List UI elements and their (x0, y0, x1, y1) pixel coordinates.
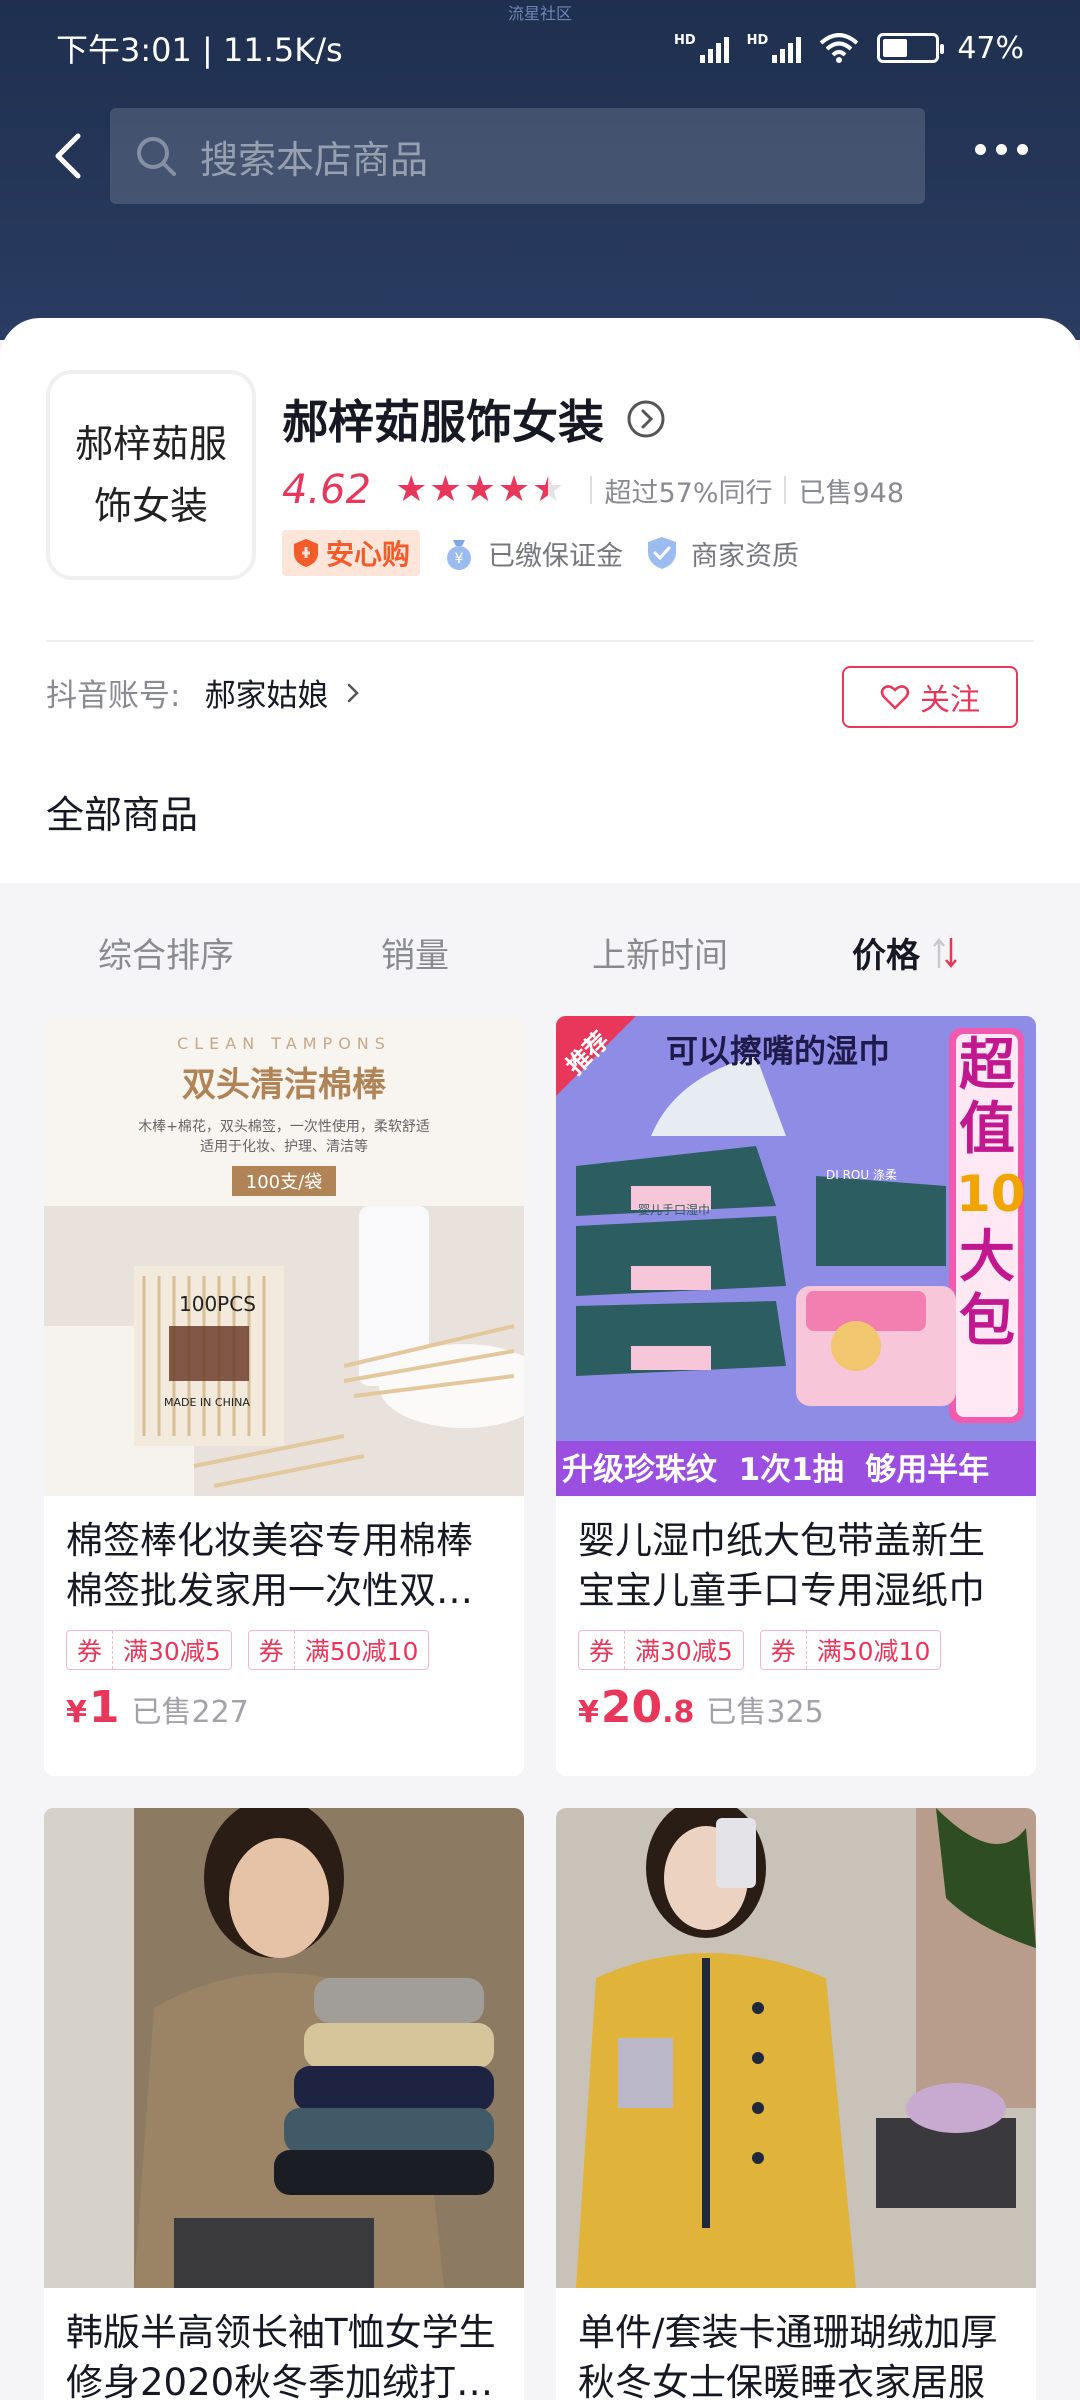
douyin-account[interactable]: 抖音账号: 郝家姑娘 (46, 670, 366, 715)
heart-plus-icon (880, 685, 910, 710)
shield-icon (294, 539, 318, 567)
svg-text:¥: ¥ (455, 551, 464, 567)
price-row: ¥20.8 已售325 (556, 1670, 1036, 1733)
product-image[interactable] (44, 1808, 524, 2288)
star-rating-icon: ★ ★ ★ ★ ★ (395, 469, 565, 510)
coupon-list: 券满30减5 券满50减10 (556, 1630, 1036, 1670)
sort-bar: 综合排序 销量 上新时间 价格 (0, 908, 1080, 996)
top-bar: 搜索本店商品 (0, 108, 1080, 204)
product-title[interactable]: 单件/套装卡通珊瑚绒加厚秋冬女士保暖睡衣家居服 (556, 2288, 1036, 2400)
shop-score: 4.62 (282, 467, 372, 513)
sort-arrows-icon (933, 937, 957, 968)
shop-sold: 已售948 (798, 477, 905, 509)
account-label: 抖音账号: (46, 678, 181, 714)
product-image[interactable]: 推荐 可以擦嘴的湿巾 超 值 10 大 包 婴儿手口湿巾 DI ROU 涤柔 升… (556, 1016, 1036, 1496)
search-icon (137, 137, 176, 176)
follow-button[interactable]: 关注 (842, 666, 1018, 728)
header: 流星社区 下午3:01 | 11.5K/s HD HD 47% 搜索本店商品 (0, 0, 1080, 340)
divider (46, 640, 1034, 642)
product-image[interactable]: CLEAN TAMPONS 双头清洁棉棒 木棒+棉花，双头棉签，一次性使用，柔软… (44, 1016, 524, 1496)
status-time-speed: 下午3:01 | 11.5K/s (56, 31, 343, 69)
svg-text:MADE IN CHINA: MADE IN CHINA (164, 1396, 250, 1409)
search-placeholder: 搜索本店商品 (200, 137, 429, 182)
product-title[interactable]: 婴儿湿巾纸大包带盖新生宝宝儿童手口专用湿纸巾 (556, 1496, 1036, 1620)
qualification-badge[interactable]: 商家资质 (643, 534, 799, 573)
battery-percent: 47% (957, 30, 1024, 66)
sort-sales[interactable]: 销量 (381, 928, 449, 977)
deposit-badge[interactable]: ¥ 已缴保证金 (440, 534, 623, 573)
money-bag-icon: ¥ (447, 540, 472, 570)
product-sold: 已售325 (706, 1695, 824, 1730)
more-icon[interactable] (975, 144, 1028, 155)
status-bar: 下午3:01 | 11.5K/s HD HD 47% (56, 28, 1024, 70)
product-price: ¥1 (66, 1682, 120, 1733)
account-name: 郝家姑娘 (204, 678, 329, 714)
search-input[interactable]: 搜索本店商品 (110, 108, 925, 204)
watermark: 流星社区 (507, 4, 572, 23)
svg-text:100PCS: 100PCS (179, 1292, 256, 1316)
section-title: 全部商品 (46, 793, 199, 837)
product-price: ¥20.8 (578, 1682, 695, 1733)
shop-logo[interactable]: 郝梓茹服饰女装 (46, 370, 256, 580)
sort-newest[interactable]: 上新时间 (592, 928, 728, 977)
beat-peers: 超过57%同行 (604, 477, 773, 509)
coupon-badge: 券满30减5 (578, 1630, 744, 1670)
product-sold: 已售227 (131, 1695, 249, 1730)
sort-comprehensive[interactable]: 综合排序 (98, 928, 234, 977)
signal-icon: HD (674, 33, 729, 63)
product-title[interactable]: 棉签棒化妆美容专用棉棒棉签批发家用一次性双头清洁棉棒 (44, 1496, 524, 1620)
product-card[interactable]: 推荐 可以擦嘴的湿巾 超 值 10 大 包 婴儿手口湿巾 DI ROU 涤柔 升… (556, 1016, 1036, 1776)
product-title[interactable]: 韩版半高领长袖T恤女学生修身2020秋冬季加绒打底衫 (44, 2288, 524, 2400)
back-arrow-icon[interactable] (44, 130, 96, 182)
rating-row: 4.62 ★ ★ ★ ★ ★ 超过57%同行 已售948 (282, 460, 904, 520)
coupon-badge: 券满50减10 (759, 1630, 942, 1670)
wifi-icon (819, 33, 859, 63)
shop-card: 郝梓茹服饰女装 郝梓茹服饰女装 4.62 ★ ★ ★ ★ ★ 超过57%同行 已… (0, 318, 1080, 883)
check-shield-icon (648, 537, 677, 569)
chevron-right-icon (348, 683, 360, 702)
shop-name-text: 郝梓茹服饰女装 (282, 395, 604, 449)
sort-price[interactable]: 价格 (852, 928, 958, 977)
product-card[interactable]: 单件/套装卡通珊瑚绒加厚秋冬女士保暖睡衣家居服 (556, 1808, 1036, 2400)
signal-icon-2: HD (747, 33, 802, 63)
product-card[interactable]: CLEAN TAMPONS 双头清洁棉棒 木棒+棉花，双头棉签，一次性使用，柔软… (44, 1016, 524, 1776)
price-row: ¥1 已售227 (44, 1670, 524, 1733)
coupon-list: 券满30减5 券满50减10 (44, 1630, 524, 1670)
shop-badges: 安心购 ¥ 已缴保证金 商家资质 (282, 530, 799, 576)
product-card[interactable]: 韩版半高领长袖T恤女学生修身2020秋冬季加绒打底衫 (44, 1808, 524, 2400)
coupon-badge: 券满50减10 (247, 1630, 430, 1670)
chevron-circle-icon[interactable] (626, 399, 666, 439)
coupon-badge: 券满30减5 (66, 1630, 232, 1670)
battery-icon (877, 33, 945, 63)
anxin-badge[interactable]: 安心购 (282, 530, 421, 576)
status-icons: HD HD 47% (674, 31, 1024, 66)
product-image[interactable] (556, 1808, 1036, 2288)
shop-name[interactable]: 郝梓茹服饰女装 (282, 386, 666, 452)
